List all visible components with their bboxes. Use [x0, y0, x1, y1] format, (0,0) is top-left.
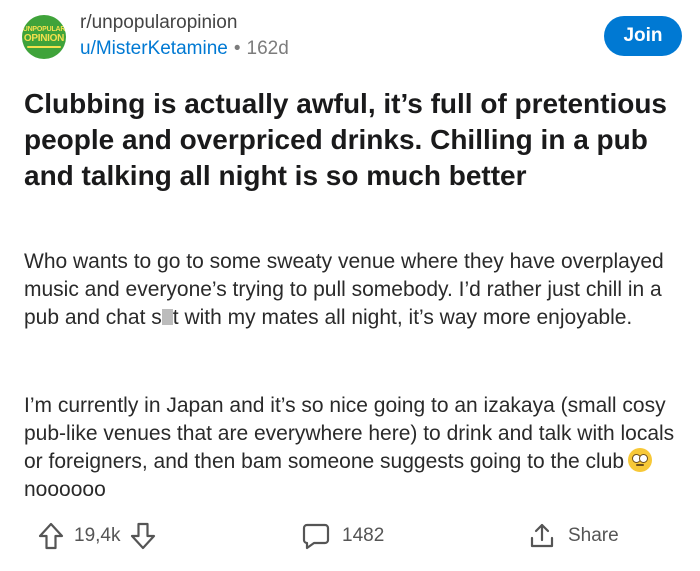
share-button[interactable]: Share — [528, 512, 619, 560]
meta-separator: • — [233, 38, 241, 59]
post-body-paragraph-2: I’m currently in Japan and it’s so nice … — [24, 392, 684, 504]
subreddit-logo-underline — [27, 46, 61, 48]
share-icon — [528, 522, 556, 550]
body-text-2b: noooooo — [24, 478, 106, 501]
vote-count: 19,4k — [74, 525, 121, 546]
upvote-arrow-icon[interactable] — [38, 522, 64, 550]
post-meta: u/MisterKetamine • 162d — [80, 38, 289, 60]
censor-block — [161, 309, 173, 325]
post-body-paragraph-1: Who wants to go to some sweaty venue whe… — [24, 248, 684, 332]
post-header: UNPOPULAR OPINION r/unpopularopinion u/M… — [22, 12, 682, 62]
join-button[interactable]: Join — [604, 16, 682, 56]
subreddit-avatar[interactable]: UNPOPULAR OPINION — [22, 15, 66, 59]
author-link[interactable]: u/MisterKetamine — [80, 38, 228, 59]
share-label: Share — [568, 525, 619, 546]
body-text-1b: t with my mates all night, it’s way more… — [172, 306, 633, 329]
subreddit-name[interactable]: r/unpopularopinion — [80, 12, 237, 34]
comment-bubble-icon — [302, 522, 330, 550]
comment-count: 1482 — [342, 525, 385, 546]
vote-controls: 19,4k — [38, 512, 156, 560]
body-text-2a: I’m currently in Japan and it’s so nice … — [24, 394, 675, 473]
comments-button[interactable]: 1482 — [302, 512, 384, 560]
post-actions-bar: 19,4k 1482 Share — [0, 512, 700, 560]
subreddit-logo-line2: OPINION — [23, 33, 65, 44]
subreddit-logo-line1: UNPOPULAR — [22, 26, 66, 33]
post-age: 162d — [246, 38, 289, 59]
downvote-arrow-icon[interactable] — [130, 522, 156, 550]
post-title[interactable]: Clubbing is actually awful, it’s full of… — [24, 86, 684, 194]
rolling-eyes-emoji-icon — [628, 448, 653, 472]
